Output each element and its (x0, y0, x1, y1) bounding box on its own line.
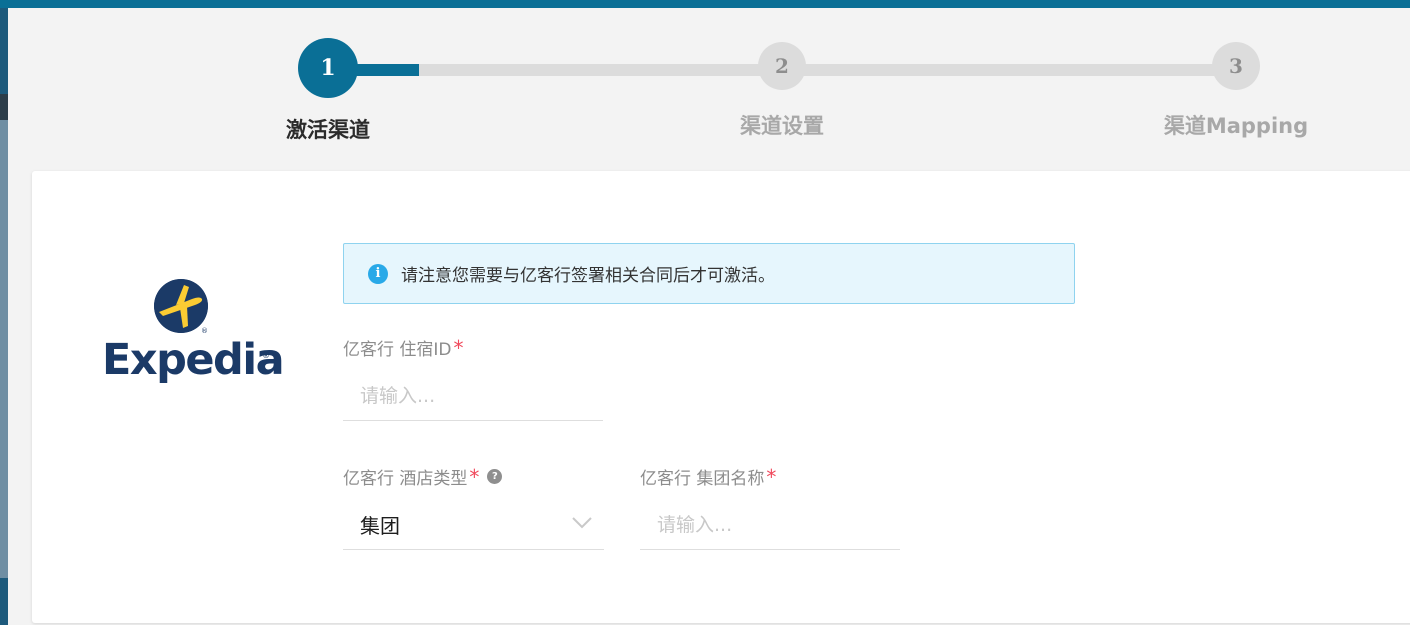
expedia-wordmark: Expedia (102, 335, 285, 385)
property-id-input[interactable] (343, 371, 603, 421)
channel-activation-card: ® Expedia ® i 请注意您需要与亿客行签署相关合同后才可激活。 亿客行… (32, 171, 1410, 623)
required-mark: * (766, 464, 777, 489)
step-2-label[interactable]: 渠道设置 (740, 110, 824, 140)
group-name-input[interactable] (640, 500, 900, 550)
required-mark: * (453, 335, 464, 360)
required-mark: * (469, 464, 480, 489)
question-icon[interactable]: ? (487, 469, 503, 484)
top-accent-bar (0, 0, 1410, 8)
step-1-circle[interactable]: 1 (298, 38, 358, 98)
step-3-label[interactable]: 渠道Mapping (1164, 110, 1308, 140)
step-2-circle[interactable]: 2 (758, 42, 806, 90)
activation-notice: i 请注意您需要与亿客行签署相关合同后才可激活。 (343, 243, 1075, 304)
left-sidebar-edge (0, 8, 8, 625)
hotel-type-label: 亿客行 酒店类型 * ? (343, 464, 503, 489)
chevron-down-icon (572, 517, 592, 529)
hotel-type-select[interactable]: 集团 (343, 500, 604, 550)
property-id-label: 亿客行 住宿ID * (343, 335, 464, 361)
airplane-globe-icon (154, 279, 208, 333)
step-3-circle[interactable]: 3 (1212, 42, 1260, 90)
notice-text: 请注意您需要与亿客行签署相关合同后才可激活。 (401, 266, 775, 286)
group-name-label: 亿客行 集团名称 * (640, 464, 777, 490)
step-1-label[interactable]: 激活渠道 (286, 114, 370, 144)
info-icon: i (368, 263, 388, 284)
expedia-logo: ® Expedia ® (102, 279, 285, 399)
